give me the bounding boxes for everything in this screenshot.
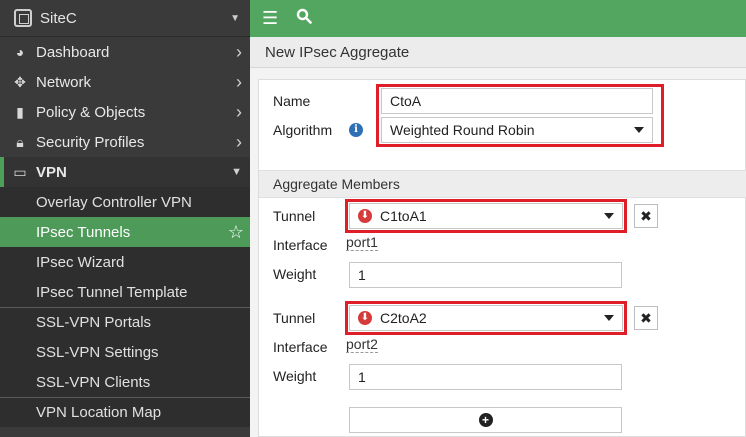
search-icon[interactable] <box>296 8 312 29</box>
tunnel-label: Tunnel <box>273 310 316 326</box>
nav-security-profiles[interactable]: 🔒︎ Security Profiles › <box>0 127 250 157</box>
chevron-right-icon: › <box>236 131 242 152</box>
policy-icon: ▮ <box>16 103 24 120</box>
nav-network[interactable]: ✥ Network › <box>0 67 250 97</box>
site-selector[interactable]: SiteC ▼ <box>0 0 250 37</box>
sidebar-item-ssl-vpn-settings[interactable]: SSL-VPN Settings <box>0 337 250 367</box>
plus-icon: + <box>478 413 493 427</box>
sidebar-item-ipsec-wizard[interactable]: IPsec Wizard <box>0 247 250 277</box>
sidebar-item-ssl-vpn-portals[interactable]: SSL-VPN Portals <box>0 307 250 337</box>
menu-icon[interactable]: ☰ <box>262 8 278 29</box>
sidebar-item-label: VPN Location Map <box>36 404 162 421</box>
sidebar-item-vpn-location-map[interactable]: VPN Location Map <box>0 397 250 427</box>
sidebar-item-overlay-controller-vpn[interactable]: Overlay Controller VPN <box>0 187 250 217</box>
lock-icon: 🔒︎ <box>16 133 24 150</box>
sidebar-item-label: Overlay Controller VPN <box>36 193 192 211</box>
nav-label: Dashboard <box>36 43 110 61</box>
top-bar: ☰ <box>250 0 746 37</box>
weight-input[interactable]: 1 <box>349 364 622 390</box>
highlight-box <box>376 84 664 147</box>
nav-label: VPN <box>36 163 67 181</box>
sidebar-item-label: IPsec Tunnels <box>36 223 131 241</box>
nav-label: Security Profiles <box>36 133 145 151</box>
nav-label: Network <box>36 73 92 91</box>
sidebar-item-ssl-vpn-clients[interactable]: SSL-VPN Clients <box>0 367 250 397</box>
sidebar-item-label: SSL-VPN Clients <box>36 373 151 391</box>
highlight-box <box>345 199 627 233</box>
aggregate-members-header: Aggregate Members <box>259 170 746 198</box>
algorithm-label: Algorithm <box>273 122 333 138</box>
network-icon: ✥ <box>14 73 26 90</box>
chevron-right-icon: › <box>236 71 242 92</box>
weight-label: Weight <box>273 368 317 384</box>
form-panel: Name CtoA Algorithm i Weighted Round Rob… <box>258 79 746 437</box>
nav-label: Policy & Objects <box>36 103 146 121</box>
sidebar: SiteC ▼ ◕ Dashboard › ✥ Network › ▮ Poli… <box>0 0 250 437</box>
add-member-button[interactable]: + <box>349 407 622 433</box>
star-icon[interactable]: ☆ <box>228 222 244 243</box>
interface-label: Interface <box>273 339 328 355</box>
remove-member-button[interactable]: ✖ <box>634 306 658 330</box>
interface-label: Interface <box>273 237 328 253</box>
highlight-box <box>345 301 627 335</box>
nav-vpn[interactable]: ▭ VPN ▼ <box>0 157 250 187</box>
name-label: Name <box>273 93 311 109</box>
dashboard-icon: ◕ <box>15 44 25 60</box>
sidebar-item-label: IPsec Wizard <box>36 253 125 271</box>
page-title: New IPsec Aggregate <box>250 37 746 68</box>
content-area: Name CtoA Algorithm i Weighted Round Rob… <box>250 68 746 437</box>
site-name: SiteC <box>40 9 77 27</box>
sidebar-item-ipsec-tunnel-template[interactable]: IPsec Tunnel Template <box>0 277 250 307</box>
chevron-right-icon: › <box>236 101 242 122</box>
interface-value: port1 <box>346 234 378 251</box>
chevron-down-icon: ▼ <box>230 12 240 24</box>
interface-value: port2 <box>346 336 378 353</box>
sidebar-item-label: SSL-VPN Settings <box>36 343 159 361</box>
device-icon <box>14 9 32 27</box>
chevron-down-icon: ▼ <box>231 166 242 178</box>
weight-label: Weight <box>273 266 317 282</box>
laptop-icon: ▭ <box>13 163 27 180</box>
sidebar-item-label: SSL-VPN Portals <box>36 314 152 331</box>
weight-input[interactable]: 1 <box>349 262 622 288</box>
info-icon[interactable]: i <box>349 123 363 137</box>
sidebar-item-ipsec-tunnels[interactable]: IPsec Tunnels ☆ <box>0 217 250 247</box>
sidebar-item-label: IPsec Tunnel Template <box>36 283 188 301</box>
nav-policy-objects[interactable]: ▮ Policy & Objects › <box>0 97 250 127</box>
chevron-right-icon: › <box>236 41 242 62</box>
nav-dashboard[interactable]: ◕ Dashboard › <box>0 37 250 67</box>
tunnel-label: Tunnel <box>273 208 316 224</box>
remove-member-button[interactable]: ✖ <box>634 204 658 228</box>
